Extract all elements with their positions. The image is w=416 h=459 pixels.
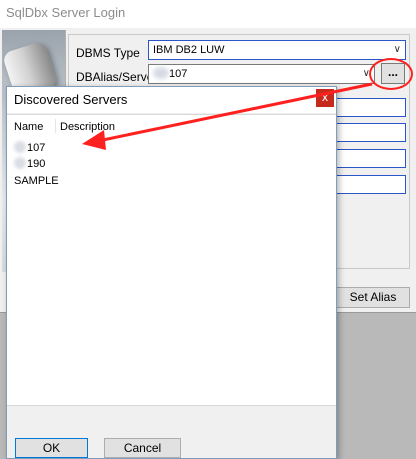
input-field[interactable] <box>336 175 406 194</box>
dbms-type-value: IBM DB2 LUW <box>153 44 225 56</box>
login-title: SqlDbx Server Login <box>6 5 126 20</box>
server-name: 107 <box>27 142 46 154</box>
close-icon: x <box>322 90 328 104</box>
login-titlebar: SqlDbx Server Login <box>0 0 416 28</box>
annotation-circle <box>369 58 413 90</box>
dbalias-value: 107 <box>169 68 188 80</box>
dbms-type-select[interactable]: IBM DB2 LUW ∨ <box>148 40 406 60</box>
dialog-titlebar: Discovered Servers x <box>7 87 336 113</box>
set-alias-button[interactable]: Set Alias <box>336 287 410 308</box>
list-item[interactable]: 107 <box>14 141 45 154</box>
chevron-down-icon: ∨ <box>393 44 401 55</box>
redacted-blur <box>14 141 26 153</box>
dbalias-label: DBAlias/Server <box>76 70 158 84</box>
discovered-servers-dialog: Discovered Servers x Name Description 10… <box>6 86 337 459</box>
column-divider <box>55 119 56 133</box>
column-header-description[interactable]: Description <box>60 121 115 133</box>
cancel-button[interactable]: Cancel <box>104 438 181 458</box>
list-item[interactable]: 190 <box>14 157 45 170</box>
column-header-name[interactable]: Name <box>14 121 43 133</box>
input-field[interactable] <box>336 98 406 117</box>
dialog-title: Discovered Servers <box>14 92 128 107</box>
server-name: 190 <box>27 158 46 170</box>
server-name: SAMPLE <box>14 175 59 187</box>
redacted-blur <box>153 67 169 79</box>
ok-button[interactable]: OK <box>15 438 88 458</box>
input-field[interactable] <box>336 149 406 168</box>
redacted-blur <box>14 157 26 169</box>
servers-list[interactable]: Name Description 107 190 SAMPLE <box>7 114 336 406</box>
close-button[interactable]: x <box>316 89 334 107</box>
input-field[interactable] <box>336 123 406 142</box>
dbalias-select[interactable]: 107 ∨ <box>148 64 375 84</box>
dbms-type-label: DBMS Type <box>76 46 140 60</box>
list-item[interactable]: SAMPLE <box>14 175 59 187</box>
